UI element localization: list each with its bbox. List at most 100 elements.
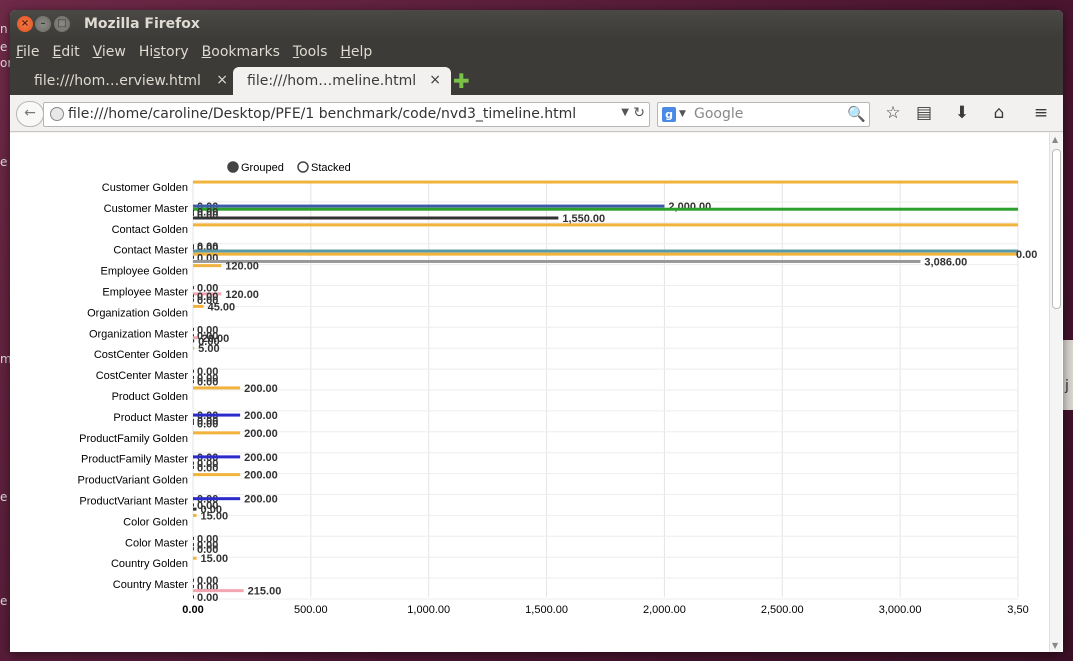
bar: [193, 503, 194, 507]
bar: [193, 386, 241, 390]
bar-value-label: 200.00: [244, 383, 278, 395]
category-label: ProductVariant Master: [79, 496, 188, 508]
bookmark-star-icon[interactable]: ☆: [882, 103, 904, 123]
bookmarks-menu-icon[interactable]: ▤: [913, 103, 935, 123]
bar-value-label: 200.00: [244, 410, 278, 422]
menu-item-6[interactable]: Help: [340, 44, 372, 60]
x-tick-label: 0.00: [182, 604, 203, 616]
scroll-up-icon[interactable]: ▲: [1052, 135, 1058, 144]
tab-overview[interactable]: file:///hom…erview.html ×: [20, 67, 238, 95]
bar: [193, 246, 194, 250]
bar: [193, 584, 194, 588]
close-window-button[interactable]: ×: [17, 16, 33, 32]
bar-value-label: 2,000.00: [668, 201, 711, 213]
bar-value-label: 0.00: [197, 418, 218, 430]
bar: [193, 209, 194, 213]
download-icon[interactable]: ⬇: [951, 103, 973, 123]
tab-timeline[interactable]: file:///hom…meline.html ×: [233, 67, 451, 95]
category-label: CostCenter Master: [96, 370, 189, 382]
menu-item-2[interactable]: View: [93, 44, 126, 60]
bar: [193, 346, 195, 350]
bar: [193, 543, 194, 547]
menu-item-3[interactable]: History: [139, 44, 189, 60]
url-text[interactable]: file:///home/caroline/Desktop/PFE/1 benc…: [68, 106, 576, 122]
url-bar[interactable]: file:///home/caroline/Desktop/PFE/1 benc…: [43, 102, 650, 127]
legend-label[interactable]: Grouped: [241, 162, 284, 174]
maximize-window-button[interactable]: □: [54, 16, 70, 32]
desktop-icon-label-fragment: e: [0, 155, 8, 169]
bar: [193, 513, 197, 517]
bar: [193, 204, 665, 208]
bar-value-label: 0.00: [197, 209, 218, 221]
legend-marker[interactable]: [297, 161, 309, 173]
engine-dropdown-icon[interactable]: ▼: [679, 109, 686, 119]
menu-item-4[interactable]: Bookmarks: [202, 44, 280, 60]
site-identity-icon[interactable]: [50, 107, 64, 121]
bar: [193, 418, 194, 422]
category-label: Organization Master: [89, 328, 188, 340]
search-bar[interactable]: g ▼ Google 🔍: [657, 102, 870, 127]
desktop-icon-label-fragment: e: [0, 40, 8, 54]
search-icon[interactable]: 🔍: [847, 105, 866, 123]
google-engine-icon[interactable]: g: [662, 107, 676, 122]
category-label: ProductVariant Golden: [78, 475, 188, 487]
new-tab-icon[interactable]: ✚: [453, 69, 470, 93]
x-tick-label: 1,000.00: [407, 604, 450, 616]
category-label: Customer Golden: [102, 182, 188, 194]
menu-bar: File Edit View History Bookmarks Tools Help: [10, 39, 1063, 65]
background-window-text: j: [1065, 378, 1069, 394]
vertical-scrollbar[interactable]: ▲ ▼: [1049, 133, 1062, 652]
bar: [193, 380, 194, 384]
category-label: Organization Golden: [87, 307, 188, 319]
bar: [193, 536, 194, 540]
bar: [193, 180, 1018, 184]
hamburger-menu-icon[interactable]: ≡: [1030, 103, 1052, 123]
title-bar: × – □ Mozilla Firefox: [10, 10, 1063, 39]
bar: [193, 327, 194, 331]
minimize-window-button[interactable]: –: [35, 16, 51, 32]
bar: [193, 252, 1018, 256]
desktop-icon-label-fragment: n: [0, 22, 8, 36]
tab-label: file:///hom…meline.html: [247, 73, 417, 89]
bar: [193, 431, 241, 435]
menu-item-5[interactable]: Tools: [293, 44, 328, 60]
window-title: Mozilla Firefox: [84, 16, 200, 32]
bar: [193, 578, 194, 582]
category-label: Contact Master: [113, 245, 188, 257]
category-label: Contact Golden: [112, 224, 188, 236]
scroll-thumb[interactable]: [1052, 149, 1061, 309]
bar: [193, 375, 194, 379]
bar-value-label: 200.00: [244, 470, 278, 482]
search-input[interactable]: Google: [694, 106, 743, 122]
bar-value-label: 3,086.00: [924, 256, 967, 268]
background-window-edge: j: [1063, 340, 1073, 410]
scroll-down-icon[interactable]: ▼: [1052, 641, 1058, 650]
menu-item-1[interactable]: Edit: [52, 44, 79, 60]
reload-icon[interactable]: ↻: [633, 105, 645, 121]
bar: [193, 249, 1018, 253]
bar: [193, 259, 921, 263]
bar-value-label: 1,550.00: [562, 213, 605, 225]
category-label: Product Golden: [112, 391, 188, 403]
bar-value-label: 120.00: [225, 261, 259, 273]
bar-value-label: 15.00: [201, 553, 229, 565]
menu-item-0[interactable]: File: [16, 44, 39, 60]
close-tab-icon[interactable]: ×: [216, 72, 228, 88]
home-icon[interactable]: ⌂: [988, 103, 1010, 123]
category-label: ProductFamily Golden: [79, 433, 188, 445]
category-label: Employee Master: [102, 287, 188, 299]
url-dropdown-icon[interactable]: ▼: [621, 107, 629, 118]
bar-value-label: 215.00: [248, 586, 282, 598]
legend-label[interactable]: Stacked: [311, 162, 351, 174]
close-tab-icon[interactable]: ×: [429, 72, 441, 88]
bar-value-label: 200.00: [244, 452, 278, 464]
x-tick-label: 3,50: [1007, 604, 1028, 616]
tab-strip: file:///hom…erview.html × file:///hom…me…: [10, 65, 1063, 95]
bar-value-label: 0.00: [197, 592, 218, 604]
category-label: Employee Golden: [101, 266, 188, 278]
bar: [193, 595, 194, 599]
desktop-icon-label-fragment: e: [0, 594, 8, 608]
back-button[interactable]: ←: [16, 101, 44, 127]
bar: [193, 339, 195, 343]
legend-marker[interactable]: [227, 161, 239, 173]
